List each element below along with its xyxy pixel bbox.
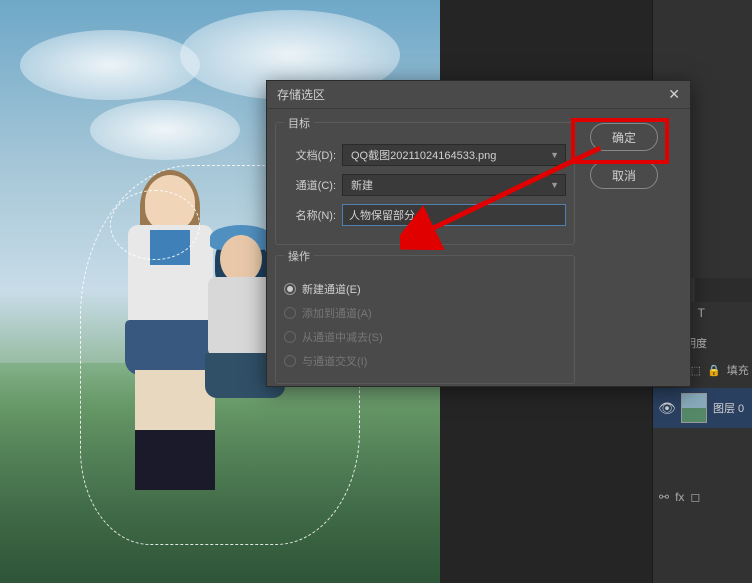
name-label: 名称(N): <box>284 207 342 223</box>
filter-type-icon[interactable]: T <box>698 306 705 320</box>
layer-thumbnail[interactable] <box>681 393 707 423</box>
radio-intersect-channel: 与通道交叉(I) <box>284 349 566 373</box>
layer-name-label[interactable]: 图层 0 <box>713 400 744 416</box>
lock-artboard-icon[interactable]: ⬚ <box>691 364 701 377</box>
channel-label: 通道(C): <box>284 177 342 193</box>
chevron-down-icon: ▼ <box>550 180 559 190</box>
fill-label: 填充 <box>727 362 749 378</box>
radio-add-channel: 添加到通道(A) <box>284 301 566 325</box>
target-legend: 目标 <box>284 115 314 131</box>
operation-group: 操作 新建通道(E) 添加到通道(A) 从通道中减去(S) 与通道交叉(I) <box>275 255 575 384</box>
layer-row-0[interactable]: 👁 图层 0 <box>653 388 752 428</box>
channel-select[interactable]: 新建 ▼ <box>342 174 566 196</box>
lock-all-icon[interactable]: 🔒 <box>707 364 721 377</box>
dialog-titlebar[interactable]: 存储选区 ✕ <box>267 81 690 109</box>
cancel-button[interactable]: 取消 <box>590 161 658 189</box>
dialog-title: 存储选区 <box>277 86 325 103</box>
close-icon[interactable]: ✕ <box>668 86 680 103</box>
layer-style-icon[interactable]: fx <box>675 490 684 504</box>
visibility-eye-icon[interactable]: 👁 <box>653 400 681 417</box>
chevron-down-icon: ▼ <box>550 150 559 160</box>
target-group: 目标 文档(D): QQ截图20211024164533.png ▼ 通道(C)… <box>275 122 575 245</box>
layer-mask-icon[interactable]: ◻ <box>690 490 700 504</box>
save-selection-dialog: 存储选区 ✕ 目标 文档(D): QQ截图20211024164533.png … <box>266 80 691 387</box>
document-label: 文档(D): <box>284 147 342 163</box>
link-layers-icon[interactable]: ⚯ <box>659 490 669 504</box>
ok-button[interactable]: 确定 <box>590 123 658 151</box>
document-select[interactable]: QQ截图20211024164533.png ▼ <box>342 144 566 166</box>
radio-subtract-channel: 从通道中减去(S) <box>284 325 566 349</box>
name-input[interactable] <box>342 204 566 226</box>
operation-legend: 操作 <box>284 248 314 264</box>
radio-new-channel[interactable]: 新建通道(E) <box>284 277 566 301</box>
